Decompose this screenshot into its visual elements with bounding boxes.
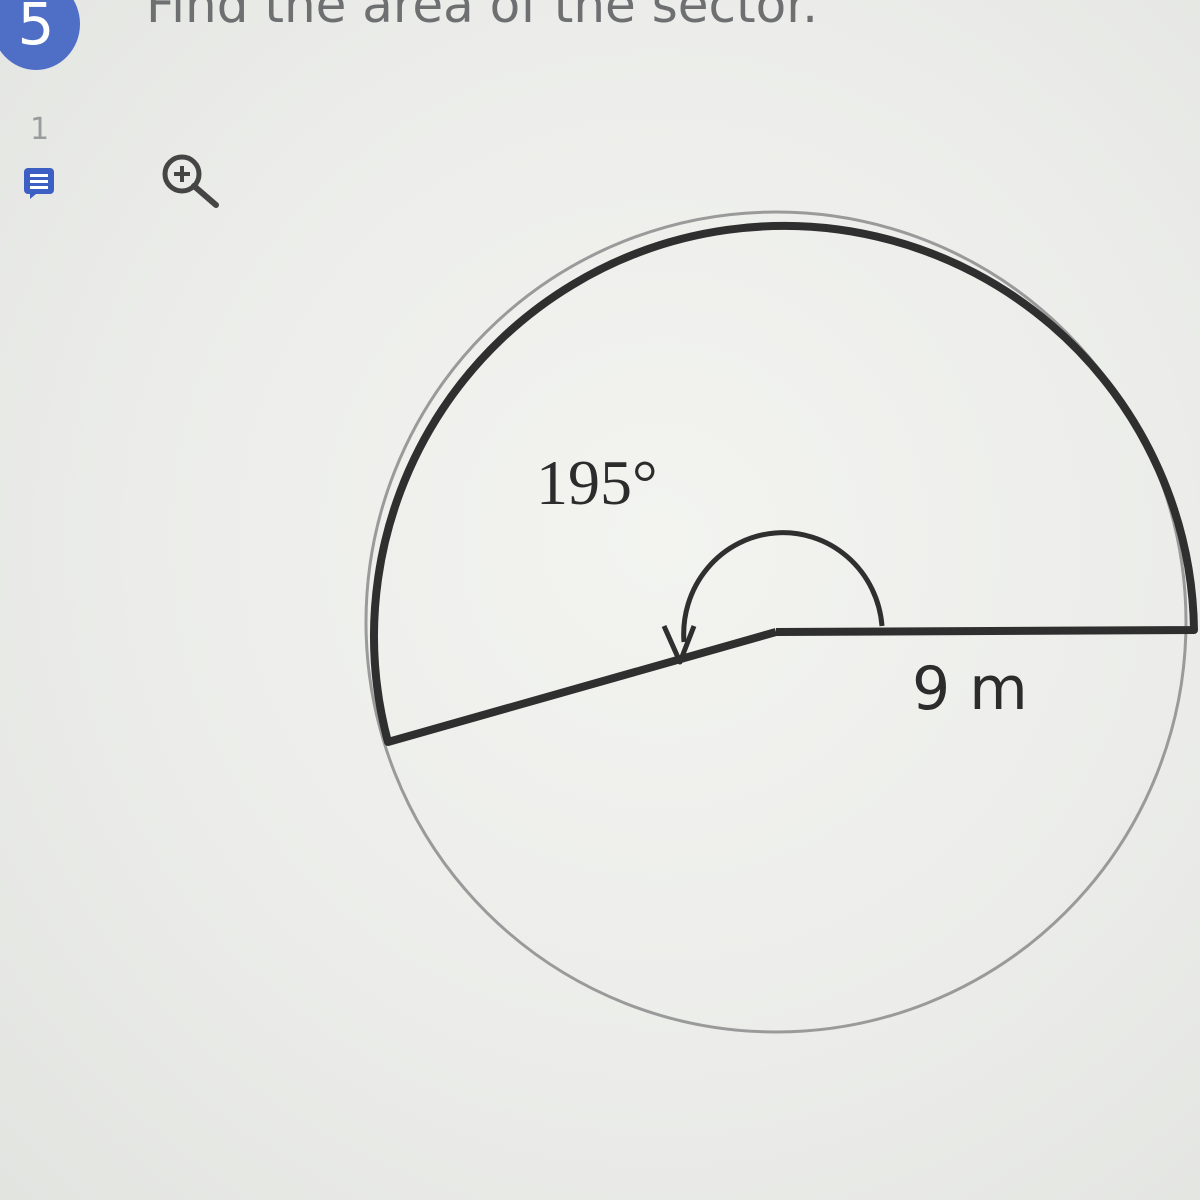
sector-outline [370,221,1198,746]
angle-label: 195° [536,447,658,518]
angle-arc [681,530,885,643]
radius-label: 9 m [912,654,1028,724]
sector-diagram [364,210,1198,1034]
